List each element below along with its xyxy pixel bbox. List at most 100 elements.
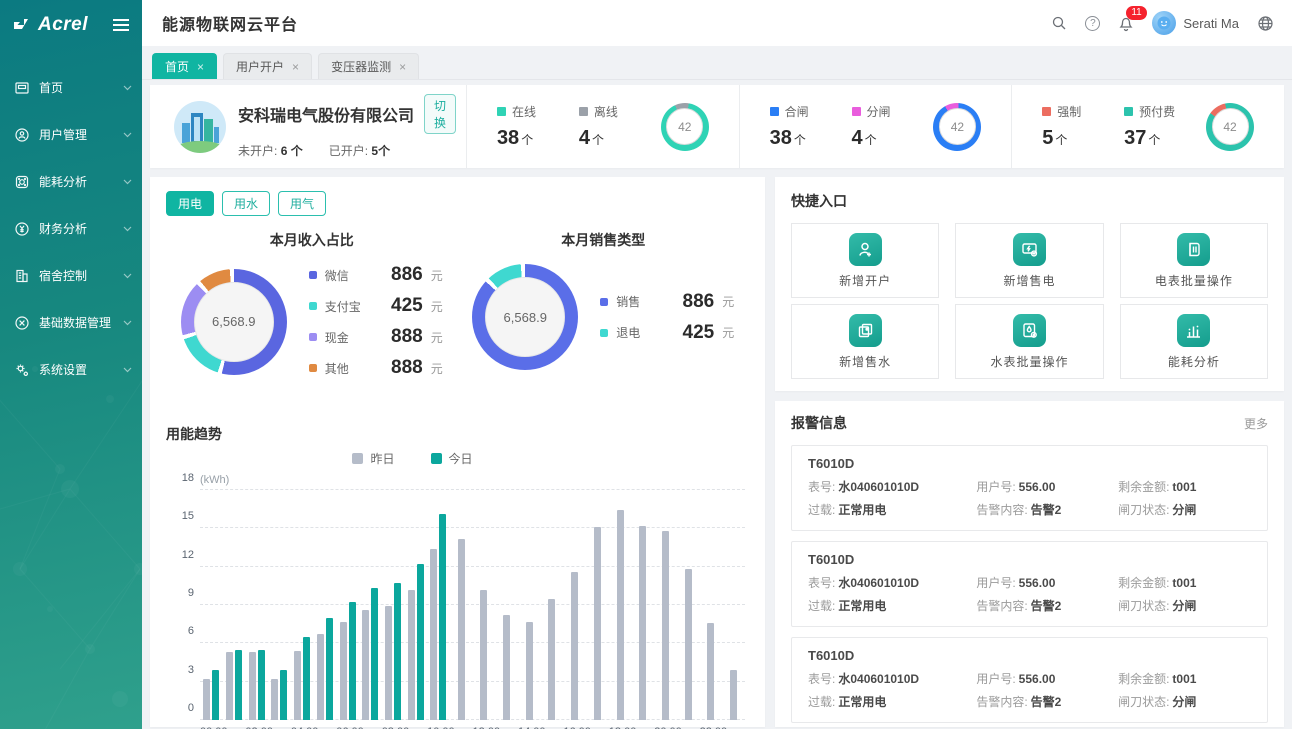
company-block: 安科瑞电气股份有限公司 切换 未开户: 6 个 已开户: 5个	[150, 85, 466, 168]
quick-water-meter-batch-button[interactable]: 水表批量操作	[955, 304, 1103, 379]
tab-electricity[interactable]: 用电	[166, 191, 214, 216]
app: Acrel 首页 用户管理	[0, 0, 1292, 729]
trend-legend: 昨日 今日	[166, 450, 659, 467]
quick-sell-electricity-button[interactable]: 新增售电	[955, 223, 1103, 298]
bar-group	[495, 490, 518, 720]
sell-water-icon	[849, 314, 882, 347]
stat-forced: 强制 5个	[1042, 103, 1100, 150]
tab-home[interactable]: 首页 ×	[152, 53, 217, 79]
stat-group-switch: 合闸 38个 分闸 4个 42	[739, 85, 1012, 168]
stat-prepaid: 预付费 37个	[1124, 103, 1182, 150]
stat-closed: 合闸 38个	[770, 103, 828, 150]
sidebar-item-energy-analysis[interactable]: 能耗分析	[0, 158, 142, 205]
legend-item-yesterday[interactable]: 昨日	[352, 450, 394, 467]
alarm-field: 过载:正常用电	[808, 693, 976, 710]
usage-type-tabs: 用电 用水 用气	[166, 191, 749, 216]
coin-icon	[14, 221, 30, 237]
sidebar-item-label: 基础数据管理	[39, 314, 114, 331]
sales-donut: 6,568.9	[472, 264, 578, 370]
bar-昨日	[526, 622, 533, 720]
bar-今日	[349, 602, 356, 720]
bar-今日	[212, 670, 219, 720]
acrel-logo-icon	[12, 16, 32, 34]
search-icon[interactable]	[1051, 15, 1067, 31]
logo-text: Acrel	[38, 14, 88, 36]
close-icon[interactable]: ×	[197, 60, 204, 74]
sidebar-item-home[interactable]: 首页	[0, 64, 142, 111]
sidebar-item-label: 首页	[39, 79, 114, 96]
quick-new-account-button[interactable]: 新增开户	[791, 223, 939, 298]
alarm-field: 用户号:556.00	[976, 574, 1118, 591]
alarm-card[interactable]: T6010D 表号:水040601010D用户号:556.00剩余金额:t001…	[791, 541, 1268, 627]
close-icon[interactable]: ×	[292, 60, 299, 74]
tab-gas[interactable]: 用气	[278, 191, 326, 216]
switch-company-button[interactable]: 切换	[424, 94, 456, 134]
alarm-field: 表号:水040601010D	[808, 574, 976, 591]
quick-electric-meter-batch-button[interactable]: 电表批量操作	[1120, 223, 1268, 298]
sidebar-item-system-settings[interactable]: 系统设置	[0, 346, 142, 393]
bar-group	[245, 490, 268, 720]
bar-group	[472, 490, 495, 720]
user-menu[interactable]: Serati Ma	[1152, 11, 1239, 35]
page-title: 能源物联网云平台	[162, 11, 298, 35]
alarm-title: 报警信息	[791, 413, 847, 433]
alarm-field: 剩余金额:t001	[1118, 670, 1251, 687]
payment-total-ring: 42	[1206, 103, 1254, 151]
alarm-card[interactable]: T6010D 表号:水040601010D用户号:556.00剩余金额:t001…	[791, 637, 1268, 723]
not-opened-count: 未开户: 6 个	[238, 142, 303, 159]
y-tick-label: 3	[170, 664, 194, 676]
alarm-field: 过载:正常用电	[808, 501, 976, 518]
building-icon	[14, 268, 30, 284]
menu-collapse-icon[interactable]	[112, 18, 130, 32]
sidebar-item-label: 宿舍控制	[39, 267, 114, 284]
opened-count: 已开户: 5个	[329, 142, 390, 159]
alarm-more-link[interactable]: 更多	[1244, 415, 1268, 432]
chevron-down-icon	[123, 273, 132, 279]
y-axis-unit-label: (kWh)	[200, 474, 229, 486]
alarm-card[interactable]: T6010D 表号:水040601010D用户号:556.00剩余金额:t001…	[791, 445, 1268, 531]
close-icon[interactable]: ×	[399, 60, 406, 74]
bar-group	[200, 490, 223, 720]
legend-item: 退电 425 元	[600, 322, 734, 344]
y-tick-label: 12	[170, 549, 194, 561]
sidebar-menu: 首页 用户管理 能耗分析 财务分析	[0, 64, 142, 393]
bar-group	[631, 490, 654, 720]
bar-昨日	[639, 526, 646, 720]
trend-chart: (kWh) 0369121518 00:0002:0004:0006:0008:…	[166, 490, 749, 729]
alarm-device-id: T6010D	[808, 552, 1251, 567]
globe-language-icon[interactable]	[1257, 15, 1274, 32]
tab-label: 用户开户	[236, 58, 284, 75]
chevron-down-icon	[123, 367, 132, 373]
sidebar-item-user-management[interactable]: 用户管理	[0, 111, 142, 158]
tab-water[interactable]: 用水	[222, 191, 270, 216]
bar-group	[609, 490, 632, 720]
tab-transformer-monitor[interactable]: 变压器监测 ×	[318, 53, 419, 79]
alarm-fields: 表号:水040601010D用户号:556.00剩余金额:t001过载:正常用电…	[808, 574, 1251, 614]
sidebar-item-label: 系统设置	[39, 361, 114, 378]
alarm-fields: 表号:水040601010D用户号:556.00剩余金额:t001过载:正常用电…	[808, 670, 1251, 710]
tab-user-account[interactable]: 用户开户 ×	[223, 53, 312, 79]
alarm-device-id: T6010D	[808, 456, 1251, 471]
quick-sell-water-button[interactable]: 新增售水	[791, 304, 939, 379]
chart-title: 本月销售类型	[458, 230, 750, 250]
donut-charts-row: 本月收入占比 6,568.9 微信 886	[166, 230, 749, 410]
online-total-ring: 42	[661, 103, 709, 151]
bar-group	[404, 490, 427, 720]
notifications-bell-icon[interactable]: 11	[1118, 15, 1134, 32]
legend-item-today[interactable]: 今日	[431, 450, 473, 467]
stat-offline: 离线 4个	[579, 103, 637, 150]
sidebar-item-finance-analysis[interactable]: 财务分析	[0, 205, 142, 252]
income-legend: 微信 886 元 支付宝 425 元	[309, 264, 443, 379]
y-tick-label: 18	[170, 472, 194, 484]
donut-center-value: 6,568.9	[194, 282, 274, 362]
quick-entry-grid: 新增开户 新增售电	[791, 223, 1268, 379]
sidebar-item-dorm-control[interactable]: 宿舍控制	[0, 252, 142, 299]
bar-group	[654, 490, 677, 720]
quick-energy-analysis-button[interactable]: 能耗分析	[1120, 304, 1268, 379]
bar-昨日	[203, 679, 210, 720]
sidebar-item-base-data[interactable]: 基础数据管理	[0, 299, 142, 346]
help-icon[interactable]: ?	[1085, 16, 1100, 31]
switch-total-ring: 42	[933, 103, 981, 151]
stat-online: 在线 38个	[497, 103, 555, 150]
bar-今日	[303, 637, 310, 720]
